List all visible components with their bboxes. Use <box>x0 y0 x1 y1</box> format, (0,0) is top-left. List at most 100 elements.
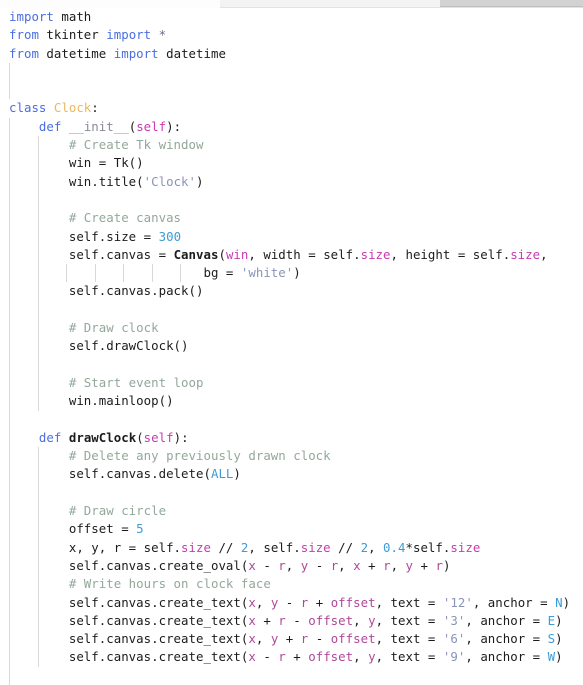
code-editor-surface[interactable]: import math from tkinter import * from dat… <box>0 8 583 685</box>
indent-guide <box>37 300 39 320</box>
code-token-plain: + <box>360 557 384 573</box>
code-line[interactable]: win.title('Clock') <box>0 172 583 191</box>
code-token-plain: , anchor = <box>465 631 548 647</box>
code-token-str: 'white' <box>240 265 294 281</box>
code-token-plain: , anchor = <box>465 649 548 665</box>
code-line[interactable]: self.drawClock() <box>0 337 583 356</box>
code-line[interactable]: bg = 'white') <box>0 264 583 283</box>
code-token-plain: // <box>210 539 241 555</box>
code-line[interactable] <box>0 81 583 100</box>
code-token-plain: datetime <box>158 45 226 61</box>
code-token-var: x <box>353 557 361 573</box>
code-token-plain: , text = <box>375 612 443 628</box>
indent-guide <box>9 81 10 100</box>
code-token-plain: win = Tk() <box>68 155 144 171</box>
code-line[interactable]: x, y, r = self.size // 2, self.size // 2… <box>0 538 583 557</box>
code-line[interactable]: self.size = 300 <box>0 227 583 246</box>
code-token-cmt: # Create Tk window <box>68 137 204 153</box>
code-line[interactable]: # Start event loop <box>0 373 583 393</box>
code-line[interactable]: self.canvas = Canvas(win, width = self.s… <box>0 245 583 265</box>
code-line-text: x, y, r = self.size // 2, self.size // 2… <box>0 539 480 557</box>
code-token-plain: , <box>540 246 548 262</box>
code-token-selfp: self <box>143 429 174 445</box>
code-token-const: ALL <box>210 466 234 482</box>
code-line[interactable] <box>0 410 583 429</box>
code-line[interactable] <box>0 355 583 374</box>
code-token-plain: , height = self. <box>390 246 511 262</box>
code-token-selfp: win <box>225 246 249 262</box>
code-line[interactable]: # Draw clock <box>0 319 583 338</box>
code-line-text: def drawClock(self): <box>0 429 189 447</box>
code-line[interactable]: self.canvas.delete(ALL) <box>0 465 583 484</box>
code-token-kw: import <box>106 27 152 43</box>
code-line[interactable]: import math <box>0 8 583 26</box>
horizontal-scrollbar-thumb[interactable] <box>440 0 583 7</box>
code-token-plain: : <box>91 100 99 116</box>
code-line[interactable]: self.canvas.create_text(x, y + r - offse… <box>0 630 583 649</box>
code-token-plain: + <box>255 612 279 628</box>
code-line-text: self.canvas.create_text(x - r + offset , … <box>0 648 563 666</box>
code-line[interactable]: def __init__(self): <box>0 117 583 137</box>
code-line[interactable]: # Delete any previously drawn clock <box>0 447 583 466</box>
code-line[interactable]: # Create Tk window <box>0 136 583 155</box>
indent-guide <box>37 355 39 374</box>
code-token-var: offset <box>308 649 354 665</box>
code-line-text: def __init__(self): <box>0 118 181 136</box>
code-line[interactable] <box>0 300 583 320</box>
code-token-plain: self.canvas.create_oval( <box>68 557 249 573</box>
code-token-plain: ) <box>555 631 563 647</box>
code-line[interactable]: self.canvas.create_text(x, y - r + offse… <box>0 593 583 612</box>
code-line[interactable] <box>0 190 583 210</box>
code-token-plain: , anchor = <box>465 612 548 628</box>
code-content[interactable]: import math from tkinter import * from dat… <box>0 8 583 685</box>
code-token-plain: ) <box>442 557 451 573</box>
code-line[interactable] <box>0 483 583 503</box>
code-line[interactable]: # Write hours on clock face <box>0 575 583 594</box>
code-token-plain: - <box>255 557 279 573</box>
code-line[interactable]: self.canvas.create_text(x - r + offset , … <box>0 648 583 667</box>
code-line[interactable]: self.canvas.create_oval(x - r, y - r, x … <box>0 556 583 576</box>
code-line[interactable]: # Create canvas <box>0 209 583 228</box>
code-line-text: win = Tk() <box>0 154 144 172</box>
code-line[interactable]: win.mainloop() <box>0 392 583 411</box>
code-token-plain: , <box>285 557 301 573</box>
code-line-text: # Delete any previously drawn clock <box>0 447 331 465</box>
code-line[interactable]: self.canvas.create_text(x + r - offset , … <box>0 611 583 631</box>
code-line[interactable] <box>0 62 583 82</box>
code-line[interactable]: def drawClock(self): <box>0 428 583 448</box>
horizontal-scrollbar-track[interactable] <box>220 0 583 8</box>
code-line[interactable]: win = Tk() <box>0 154 583 173</box>
code-token-kw: import <box>9 9 54 24</box>
code-token-plain: + <box>308 594 331 610</box>
code-line-text: # Draw circle <box>0 502 166 520</box>
code-line[interactable]: from tkinter import * <box>0 26 583 44</box>
code-token-var: r <box>383 557 391 573</box>
code-token-var: r <box>278 649 286 665</box>
code-line-text: self.canvas.pack() <box>0 282 204 300</box>
indent-guide <box>9 300 10 320</box>
code-line[interactable]: offset = 5 <box>0 520 583 539</box>
code-line-text: self.drawClock() <box>0 337 189 355</box>
code-line-text: # Start event loop <box>0 374 204 392</box>
code-token-plain: *self. <box>405 539 451 555</box>
code-line[interactable]: self.canvas.pack() <box>0 282 583 301</box>
code-token-plain: - <box>308 557 331 573</box>
code-line[interactable] <box>0 666 583 685</box>
code-token-plain: ): <box>166 118 182 134</box>
code-line[interactable]: # Draw circle <box>0 502 583 521</box>
code-line[interactable]: from datetime import datetime <box>0 45 583 63</box>
scrollbar-strip <box>0 0 583 8</box>
code-line-text: # Create canvas <box>0 209 181 227</box>
code-line[interactable]: class Clock: <box>0 99 583 117</box>
code-token-plain: , text = <box>375 649 443 665</box>
code-token-cmt: # Draw clock <box>68 320 159 336</box>
code-token-var: y <box>368 612 376 628</box>
